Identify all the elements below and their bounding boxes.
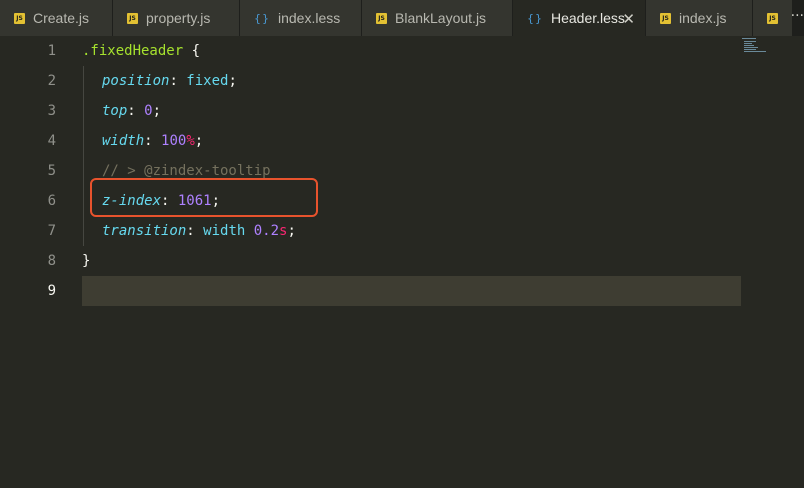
close-brace: } (82, 253, 91, 269)
code-line[interactable]: transition: width 0.2s; (82, 216, 742, 246)
code-line[interactable]: width: 100%; (82, 126, 742, 156)
css-selector: .fixedHeader (82, 43, 184, 59)
line-number-gutter: 1 2 3 4 5 6 7 8 9 (0, 36, 66, 306)
annotation-highlight-box (90, 178, 318, 217)
code-line[interactable]: } (82, 246, 742, 276)
line-number: 8 (47, 253, 56, 269)
code-editor[interactable]: 1 2 3 4 5 6 7 8 9 .fixedHeader { positio… (0, 36, 804, 488)
css-unit: % (186, 133, 195, 149)
tab-label: Create.js (33, 10, 90, 26)
semicolon: ; (152, 103, 162, 119)
js-file-icon: JS (660, 12, 671, 24)
js-file-icon: JS (127, 12, 138, 24)
css-property: width (102, 133, 145, 149)
css-number: 100 (161, 133, 187, 149)
css-property: transition (102, 223, 187, 239)
colon: : (144, 133, 162, 149)
tab-property-js[interactable]: JS property.js (113, 0, 240, 36)
js-file-icon: JS (376, 12, 387, 24)
css-value: width (203, 223, 246, 239)
css-number: 0.2 (253, 223, 280, 239)
js-file-icon: JS (14, 12, 25, 24)
semicolon: ; (194, 133, 204, 149)
colon: : (127, 103, 145, 119)
css-property: position (102, 73, 170, 89)
open-brace: { (183, 43, 201, 59)
code-line[interactable]: position: fixed; (82, 66, 742, 96)
code-comment: // > @zindex-tooltip (102, 163, 271, 179)
tab-label: property.js (146, 10, 211, 26)
js-file-icon: JS (767, 12, 778, 24)
tab-blanklayout-js[interactable]: JS BlankLayout.js (362, 0, 513, 36)
code-line[interactable]: .fixedHeader { (82, 36, 742, 66)
minimap[interactable] (742, 38, 766, 54)
semicolon: ; (287, 223, 296, 239)
line-number: 5 (47, 163, 56, 179)
tab-index-js[interactable]: JS index.js (646, 0, 753, 36)
tab-truncated[interactable]: JS (753, 0, 793, 36)
tab-overflow-icon[interactable]: ··· (791, 8, 804, 24)
line-number: 7 (47, 223, 56, 239)
css-value: fixed (186, 73, 229, 89)
line-number-current: 9 (47, 283, 56, 299)
colon: : (169, 73, 187, 89)
tab-label: Header.less (551, 10, 625, 26)
code-line-current[interactable] (82, 276, 741, 306)
tab-label: index.less (278, 10, 341, 26)
css-property: top (102, 103, 128, 119)
semicolon: ; (228, 73, 237, 89)
line-number: 4 (47, 133, 56, 149)
tab-bar: JS Create.js JS property.js {} index.les… (0, 0, 804, 36)
line-number: 1 (47, 43, 56, 59)
tab-create-js[interactable]: JS Create.js (0, 0, 113, 36)
line-number: 6 (47, 193, 56, 209)
tab-label: BlankLayout.js (395, 10, 487, 26)
line-number: 3 (47, 103, 56, 119)
less-file-icon: {} (527, 11, 543, 25)
colon: : (186, 223, 204, 239)
tab-label: index.js (679, 10, 727, 26)
tab-index-less[interactable]: {} index.less (240, 0, 362, 36)
css-number: 0 (144, 103, 153, 119)
close-icon[interactable]: ✕ (622, 10, 635, 28)
code-area[interactable]: .fixedHeader { position: fixed; top: 0; … (82, 36, 742, 306)
line-number: 2 (47, 73, 56, 89)
less-file-icon: {} (254, 11, 270, 25)
code-line[interactable]: top: 0; (82, 96, 742, 126)
tab-header-less[interactable]: {} Header.less ✕ (513, 0, 646, 36)
